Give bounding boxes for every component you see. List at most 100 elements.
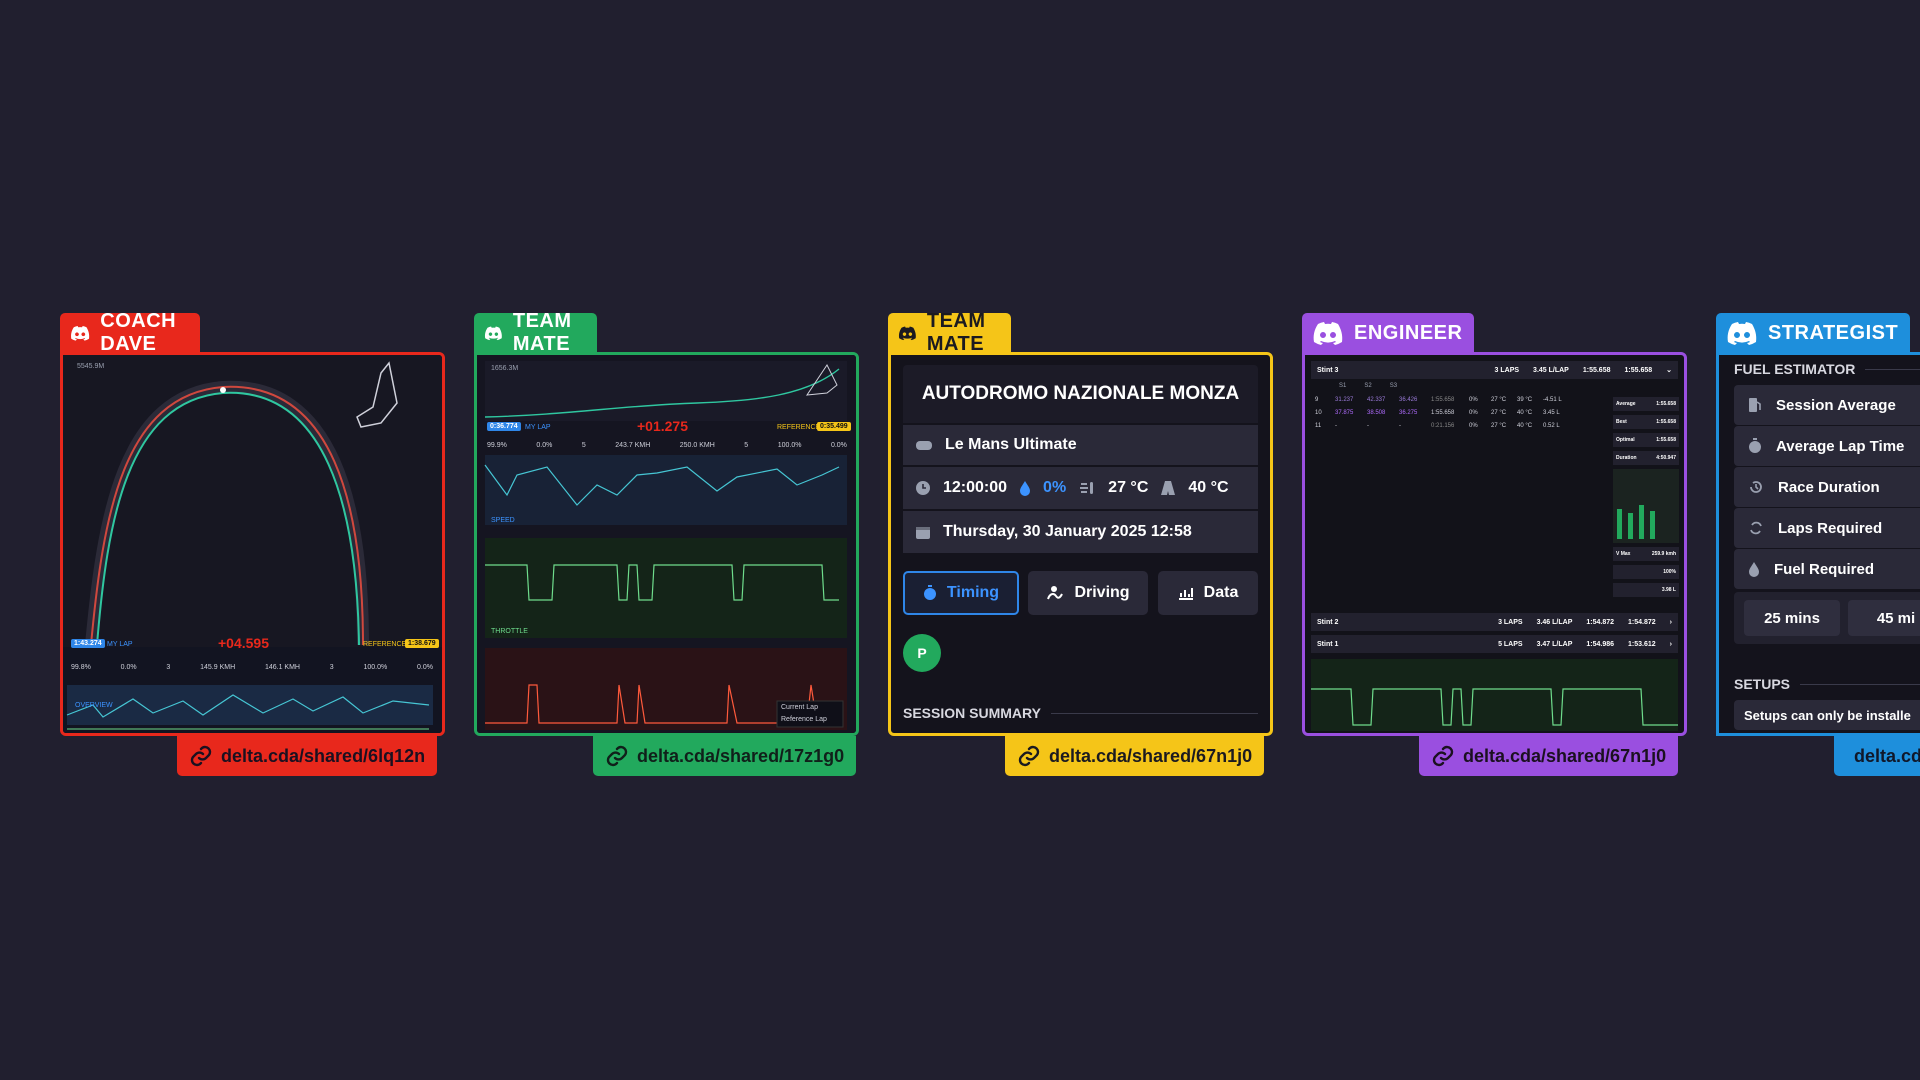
stat-name: Average [1616,401,1636,407]
distance-label: 5545.9M [77,363,105,370]
average-lap-time-item[interactable]: Average Lap Time [1734,426,1920,466]
duration-options: 25 mins 45 mi [1734,592,1920,644]
link-icon [1018,745,1040,767]
setups-text: Setups can only be installe [1744,707,1911,723]
stat-throttle: 99.8% [71,663,91,671]
fuel-required-item[interactable]: Fuel Required [1734,549,1920,589]
telemetry-panel: 1656.3M 0:36.774 MY LAP +01.275 REFERENC… [474,352,859,736]
session-summary-header: SESSION SUMMARY [903,705,1258,721]
stat-ref-brake: 0.0% [830,441,847,449]
stat-value: 3.98 L [1661,587,1676,593]
laps-required-item[interactable]: Laps Required [1734,508,1920,548]
strategist-tag: STRATEGIST [1716,313,1911,353]
stat-ref-speed: 146.1 KMH [264,663,300,671]
stats-bar: 99.8% 0.0% 3 145.9 KMH 146.1 KMH 3 100.0… [71,660,433,674]
stat-value: 1:55.658 [1656,437,1676,443]
race-duration-item[interactable]: Race Duration [1734,467,1920,507]
item-label: Average Lap Time [1776,437,1905,455]
discord-icon [71,326,90,341]
lap-delta: +01.275 [637,418,688,434]
throttle-label: THROTTLE [491,628,528,635]
duration-option-25[interactable]: 25 mins [1744,600,1840,636]
stat-name: Best [1616,419,1627,425]
my-lap-label: MY LAP [525,424,551,431]
tab-label: Timing [946,584,1000,601]
lap-time: 0:21.156 [1431,423,1455,429]
share-link[interactable]: delta.cda/shared/6lq12n [177,736,438,776]
track-temp: 40 °C [1188,479,1229,496]
session-panel: AUTODROMO NAZIONALE MONZA Le Mans Ultima… [888,352,1273,736]
driving-icon [1047,586,1064,600]
rain-percent: 0% [1043,479,1067,496]
s3: - [1399,423,1401,429]
stat-speed: 145.9 KMH [200,663,236,671]
role-label: ENGINEER [1354,321,1463,344]
share-link[interactable]: delta.cda/shared/67n1j0 [1005,736,1265,776]
my-lap-label: MY LAP [107,641,133,648]
stat-value: 4:50.947 [1656,455,1676,461]
link-icon [190,745,212,767]
item-label: Race Duration [1778,478,1880,496]
game-row: Le Mans Ultimate [903,425,1258,465]
role-label: STRATEGIST [1768,321,1899,344]
stats-bar: 99.9% 0.0% 5 243.7 KMH 250.0 KMH 5 100.0… [487,439,847,451]
tab-data[interactable]: Data [1158,571,1258,615]
stint-laps: 5 LAPS [1498,640,1523,648]
date-row: Thursday, 30 January 2025 12:58 [903,511,1258,553]
my-lap-time: 0:36.774 [487,422,521,431]
air: 27 °C [1491,423,1507,429]
stat-value: 1:55.658 [1656,419,1676,425]
stint-2-header[interactable]: Stint 2 3 LAPS 3.46 L/LAP 1:54.872 1:54.… [1311,613,1678,631]
s2: 42.337 [1367,397,1386,403]
tab-timing[interactable]: Timing [903,571,1019,615]
mate-tag: TEAM MATE [474,310,597,355]
table-row: 10 37.875 38.508 36.275 1:55.658 0% 27 °… [1311,410,1611,421]
stint-3-header[interactable]: Stint 3 3 LAPS 3.45 L/LAP 1:55.658 1:55.… [1311,361,1678,379]
setups-notice: Setups can only be installe [1734,700,1920,730]
stat-ref-brake: 0.0% [417,663,433,671]
air-temp-icon [1080,482,1094,494]
fuel-pump-icon [1749,398,1761,412]
tab-label: Driving [1074,584,1130,601]
s3: 36.426 [1399,397,1418,403]
stint-1-header[interactable]: Stint 1 5 LAPS 3.47 L/LAP 1:54.986 1:53.… [1311,635,1678,653]
vmax-stat: V Max 259.9 kmh [1613,547,1679,561]
raindrop-icon [1020,481,1031,496]
tab-label: Data [1203,584,1239,601]
avatar[interactable]: P [903,634,941,672]
engineer-tag: ENGINEER [1302,313,1475,353]
header-label: SETUPS [1734,676,1791,692]
stopwatch-icon [1749,438,1761,453]
rain: 0% [1469,397,1478,403]
reference-label: REFERENCE [363,641,407,648]
lap-time: 1:55.658 [1431,410,1455,416]
share-link[interactable]: delta.cda/shared/17z1g0 [593,736,857,776]
role-label: COACH DAVE [100,310,177,355]
stint-fuel: 3.46 L/LAP [1536,618,1573,626]
fuel: -4.51 L [1543,397,1562,403]
stint-laps: 3 LAPS [1498,618,1523,626]
lap-num: 10 [1315,410,1322,416]
game-name: Le Mans Ultimate [945,436,1077,453]
stint-time-1: 1:54.986 [1586,640,1615,648]
stat-ref-gear: 3 [329,663,334,671]
stat-ref-throttle: 100.0% [363,663,388,671]
share-link[interactable]: delta.cda/shared/ [1834,736,1920,776]
stint-label: Stint 3 [1317,366,1339,374]
divider [1800,683,1920,685]
stat-gear: 3 [166,663,171,671]
stat-ref-throttle: 100.0% [777,441,802,449]
s3: 36.275 [1399,410,1418,416]
overview-label: OVERVIEW [75,702,113,709]
stint-time-1: 1:54.872 [1586,618,1615,626]
share-link[interactable]: delta.cda/shared/67n1j0 [1419,736,1679,776]
duration-option-45[interactable]: 45 mi [1848,600,1920,636]
session-average-item[interactable]: Session Average [1734,385,1920,425]
stint-label: Stint 2 [1317,618,1339,626]
legend-reference: Reference Lap [781,716,827,723]
tab-driving[interactable]: Driving [1028,571,1148,615]
side-stat: Duration 4:50.947 [1613,451,1679,465]
stat-value: 100% [1663,569,1676,575]
legend-current: Current Lap [781,704,818,711]
lap-delta: +04.595 [218,635,269,651]
